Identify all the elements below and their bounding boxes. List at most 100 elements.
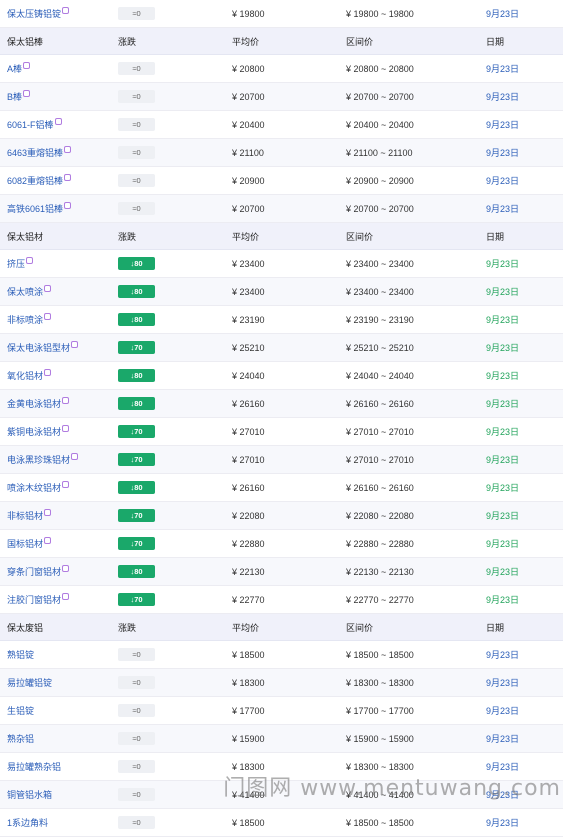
avg-price: ¥ 27010 bbox=[232, 454, 265, 465]
change-value: 0 bbox=[136, 650, 141, 659]
price-range: ¥ 20800 ~ 20800 bbox=[346, 63, 414, 74]
chart-icon[interactable] bbox=[44, 284, 52, 292]
col-header-range: 区间价 bbox=[346, 622, 374, 633]
chart-icon[interactable] bbox=[62, 424, 70, 432]
date-label: 9月23日 bbox=[486, 427, 520, 437]
product-link[interactable]: 非标铝材 bbox=[7, 509, 43, 522]
date-label: 9月23日 bbox=[486, 343, 520, 353]
change-badge: ≈ 0 bbox=[118, 62, 155, 75]
date-label: 9月23日 bbox=[486, 120, 520, 130]
product-link[interactable]: 6082重熔铝棒 bbox=[7, 174, 63, 187]
product-link[interactable]: 喷涂木纹铝材 bbox=[7, 481, 61, 494]
change-badge: ↓ 70 bbox=[118, 425, 155, 438]
avg-price: ¥ 21100 bbox=[232, 147, 264, 158]
chart-icon[interactable] bbox=[54, 117, 62, 125]
avg-price: ¥ 15900 bbox=[232, 733, 265, 744]
product-link[interactable]: 熟铝锭 bbox=[7, 648, 34, 661]
product-link[interactable]: 保太电泳铝型材 bbox=[7, 341, 70, 354]
change-badge: ↓ 70 bbox=[118, 453, 155, 466]
product-link[interactable]: 易拉罐铝锭 bbox=[7, 676, 52, 689]
chart-icon[interactable] bbox=[44, 536, 52, 544]
avg-price: ¥ 20400 bbox=[232, 119, 265, 130]
table-row: 氧化铝材 ↓ 80 ¥ 24040 ¥ 24040 ~ 24040 9月23日 bbox=[0, 362, 563, 390]
table-row: 挤压 ↓ 80 ¥ 23400 ¥ 23400 ~ 23400 9月23日 bbox=[0, 250, 563, 278]
price-range: ¥ 23190 ~ 23190 bbox=[346, 314, 414, 325]
chart-icon[interactable] bbox=[62, 564, 70, 572]
product-link[interactable]: 金黄电泳铝材 bbox=[7, 397, 61, 410]
chart-icon[interactable] bbox=[64, 173, 72, 181]
chart-icon[interactable] bbox=[44, 508, 52, 516]
product-link[interactable]: 电泳黑珍珠铝材 bbox=[7, 453, 70, 466]
price-range: ¥ 26160 ~ 26160 bbox=[346, 398, 414, 409]
date-label: 9月23日 bbox=[486, 650, 520, 660]
chart-icon[interactable] bbox=[23, 61, 31, 69]
chart-icon[interactable] bbox=[62, 396, 70, 404]
table-row: B棒 ≈ 0 ¥ 20700 ¥ 20700 ~ 20700 9月23日 bbox=[0, 83, 563, 111]
price-range: ¥ 18300 ~ 18300 bbox=[346, 677, 414, 688]
table-row: 保太喷涂 ↓ 80 ¥ 23400 ¥ 23400 ~ 23400 9月23日 bbox=[0, 278, 563, 306]
chart-icon[interactable] bbox=[62, 592, 70, 600]
price-range: ¥ 23400 ~ 23400 bbox=[346, 286, 414, 297]
product-link[interactable]: 注胶门窗铝材 bbox=[7, 593, 61, 606]
change-value: 80 bbox=[134, 371, 143, 380]
product-link[interactable]: 保太压铸铝锭 bbox=[7, 7, 61, 20]
product-link[interactable]: 氧化铝材 bbox=[7, 369, 43, 382]
chart-icon[interactable] bbox=[44, 368, 52, 376]
chart-icon[interactable] bbox=[71, 340, 79, 348]
date-label: 9月23日 bbox=[486, 483, 520, 493]
change-value: 70 bbox=[134, 455, 143, 464]
product-link[interactable]: 高铁6061铝棒 bbox=[7, 202, 63, 215]
product-link[interactable]: 易拉罐熟杂铝 bbox=[7, 760, 61, 773]
product-link[interactable]: 非标喷涂 bbox=[7, 313, 43, 326]
product-link[interactable]: 1系边角料 bbox=[7, 816, 48, 829]
table-row: 熟杂铝 ≈ 0 ¥ 15900 ¥ 15900 ~ 15900 9月23日 bbox=[0, 725, 563, 753]
product-link[interactable]: 熟杂铝 bbox=[7, 732, 34, 745]
chart-icon[interactable] bbox=[64, 201, 72, 209]
chart-icon[interactable] bbox=[64, 145, 72, 153]
table-row: 保太电泳铝型材 ↓ 70 ¥ 25210 ¥ 25210 ~ 25210 9月23日 bbox=[0, 334, 563, 362]
avg-price: ¥ 22880 bbox=[232, 538, 265, 549]
table-row: 穿条门窗铝材 ↓ 80 ¥ 22130 ¥ 22130 ~ 22130 9月23日 bbox=[0, 558, 563, 586]
price-range: ¥ 20400 ~ 20400 bbox=[346, 119, 414, 130]
price-range: ¥ 22880 ~ 22880 bbox=[346, 538, 414, 549]
table-row: 紫铜电泳铝材 ↓ 70 ¥ 27010 ¥ 27010 ~ 27010 9月23日 bbox=[0, 418, 563, 446]
avg-price: ¥ 18500 bbox=[232, 649, 265, 660]
chart-icon[interactable] bbox=[71, 452, 79, 460]
product-link[interactable]: A棒 bbox=[7, 62, 22, 75]
date-label: 9月23日 bbox=[486, 371, 520, 381]
price-range: ¥ 22080 ~ 22080 bbox=[346, 510, 414, 521]
avg-price: ¥ 22080 bbox=[232, 510, 265, 521]
change-badge: ≈ 0 bbox=[118, 732, 155, 745]
product-link[interactable]: 国标铝材 bbox=[7, 537, 43, 550]
table-row: 1系边角料 ≈ 0 ¥ 18500 ¥ 18500 ~ 18500 9月23日 bbox=[0, 809, 563, 837]
col-header-date: 日期 bbox=[486, 622, 505, 633]
product-link[interactable]: 6061-F铝棒 bbox=[7, 118, 54, 131]
date-label: 9月23日 bbox=[486, 762, 520, 772]
table-row: 金黄电泳铝材 ↓ 80 ¥ 26160 ¥ 26160 ~ 26160 9月23日 bbox=[0, 390, 563, 418]
chart-icon[interactable] bbox=[26, 256, 34, 264]
chart-icon[interactable] bbox=[62, 480, 70, 488]
change-value: 80 bbox=[134, 483, 143, 492]
change-value: 0 bbox=[136, 818, 141, 827]
table-row: A棒 ≈ 0 ¥ 20800 ¥ 20800 ~ 20800 9月23日 bbox=[0, 55, 563, 83]
chart-icon[interactable] bbox=[44, 312, 52, 320]
product-link[interactable]: 6463重熔铝棒 bbox=[7, 146, 63, 159]
product-link[interactable]: 穿条门窗铝材 bbox=[7, 565, 61, 578]
product-link[interactable]: 紫铜电泳铝材 bbox=[7, 425, 61, 438]
product-link[interactable]: B棒 bbox=[7, 90, 22, 103]
table-row: 生铝锭 ≈ 0 ¥ 17700 ¥ 17700 ~ 17700 9月23日 bbox=[0, 697, 563, 725]
product-link[interactable]: 生铝锭 bbox=[7, 704, 34, 717]
avg-price: ¥ 23190 bbox=[232, 314, 265, 325]
product-link[interactable]: 保太喷涂 bbox=[7, 285, 43, 298]
price-table: 保太压铸铝锭 ≈ 0 ¥ 19800 ¥ 19800 ~ 19800 9月23日 保太铝棒… bbox=[0, 0, 563, 837]
avg-price: ¥ 20900 bbox=[232, 175, 265, 186]
chart-icon[interactable] bbox=[62, 6, 70, 14]
col-header-avg: 平均价 bbox=[232, 36, 260, 47]
product-link[interactable]: 挤压 bbox=[7, 257, 25, 270]
chart-icon[interactable] bbox=[23, 89, 31, 97]
avg-price: ¥ 26160 bbox=[232, 482, 265, 493]
product-link[interactable]: 铜管铝水箱 bbox=[7, 788, 52, 801]
change-value: 80 bbox=[134, 567, 143, 576]
section-header: 保太铝材 涨跌 平均价 区间价 日期 bbox=[0, 223, 563, 250]
price-range: ¥ 19800 ~ 19800 bbox=[346, 8, 414, 19]
